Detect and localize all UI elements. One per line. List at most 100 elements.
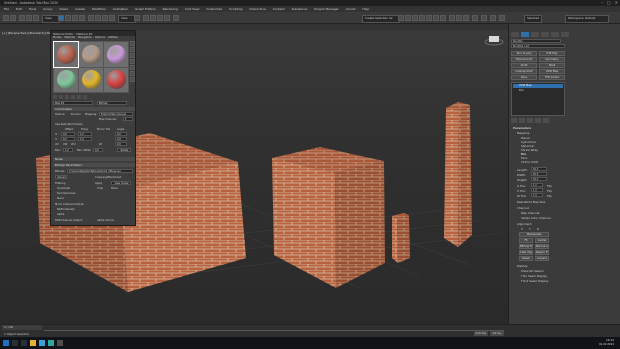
- background-icon[interactable]: [130, 53, 135, 58]
- u-tiling-field[interactable]: 1.0: [78, 132, 92, 136]
- search-icon[interactable]: [12, 340, 18, 346]
- file-explorer-icon[interactable]: [30, 340, 36, 346]
- width-field[interactable]: 50.0: [531, 172, 547, 176]
- menu-arnold[interactable]: Arnold: [346, 7, 356, 11]
- stack-item[interactable]: Box: [513, 89, 524, 92]
- w-tile-field[interactable]: 1.0: [531, 193, 543, 197]
- alpha-radio[interactable]: Alpha: [57, 213, 64, 216]
- link-icon[interactable]: [19, 15, 25, 21]
- menu-civil-view[interactable]: Civil View: [185, 7, 199, 11]
- modifier-button[interactable]: Edit Poly: [539, 51, 565, 56]
- uv-radio[interactable]: UV: [55, 143, 59, 146]
- sample-type-icon[interactable]: [130, 41, 135, 46]
- material-name-field[interactable]: Map #1: [53, 101, 93, 105]
- menu-project-manager[interactable]: Project Manager: [314, 7, 338, 11]
- menu-graph-editors[interactable]: Graph Editors: [135, 7, 156, 11]
- texture-radio[interactable]: Texture: [55, 113, 65, 116]
- menu-rendering[interactable]: Rendering: [163, 7, 178, 11]
- rotate-button[interactable]: Rotate: [117, 148, 131, 152]
- menu-group[interactable]: Group: [43, 7, 52, 11]
- menu-create[interactable]: Create: [75, 7, 85, 11]
- u-angle-field[interactable]: 0.0: [115, 132, 127, 136]
- menu-tools[interactable]: Tools: [29, 7, 36, 11]
- object-name-field[interactable]: Box001: [511, 39, 561, 43]
- bind-space-warp-icon[interactable]: [33, 15, 39, 21]
- flip-u-checkbox[interactable]: Flip: [547, 184, 552, 188]
- coordinates-rollout[interactable]: Coordinates: [53, 107, 135, 111]
- video-color-check-icon[interactable]: [130, 65, 135, 70]
- apply-checkbox[interactable]: Apply: [95, 182, 102, 185]
- utilities-tab-icon[interactable]: [561, 32, 569, 37]
- menu-customize[interactable]: Customize: [206, 7, 222, 11]
- reset-map-icon[interactable]: [71, 95, 75, 99]
- select-object-icon[interactable]: [58, 15, 64, 21]
- timeline[interactable]: [44, 326, 504, 331]
- curve-editor-icon[interactable]: [426, 15, 432, 21]
- environ-radio[interactable]: Environ: [71, 113, 81, 116]
- region-fit-button[interactable]: Region Fit: [535, 250, 549, 255]
- center-button[interactable]: Center: [535, 238, 549, 243]
- reload-button[interactable]: Reload: [55, 175, 67, 179]
- set-key-button[interactable]: Set Key: [490, 331, 504, 336]
- wu-radio[interactable]: WU: [71, 143, 75, 146]
- mapping-select[interactable]: Explicit Map Channel: [99, 112, 133, 116]
- auto-key-button[interactable]: Auto Key: [474, 331, 488, 336]
- menu-interactive[interactable]: Interactive: [250, 7, 266, 11]
- map-channel-field[interactable]: 1: [123, 117, 133, 121]
- v-tiling-field[interactable]: 1.0: [78, 137, 92, 141]
- v-offset-field[interactable]: 0.0: [61, 137, 75, 141]
- menu-modifiers[interactable]: Modifiers: [92, 7, 106, 11]
- pin-stack-icon[interactable]: [511, 118, 517, 123]
- sample-uv-tiling-icon[interactable]: [130, 59, 135, 64]
- pivot-center-icon[interactable]: [134, 15, 140, 21]
- noise-rollout[interactable]: Noise: [53, 157, 135, 161]
- use-real-world-checkbox[interactable]: Use Real-World Scale: [55, 123, 82, 126]
- vertex-color-radio[interactable]: Vertex Color Channel: [521, 216, 551, 220]
- start-icon[interactable]: [3, 340, 9, 346]
- backlight-icon[interactable]: [130, 47, 135, 52]
- u-tile-field[interactable]: 1.0: [531, 183, 543, 187]
- rgb-intensity-radio[interactable]: RGB Intensity: [57, 208, 75, 211]
- menu-substance[interactable]: Substance: [292, 7, 308, 11]
- browser-icon[interactable]: [39, 340, 45, 346]
- thin-seam-radio[interactable]: Thin Seam Display: [521, 274, 547, 278]
- modifier-button[interactable]: UVW Map: [539, 69, 565, 74]
- stack-item-selected[interactable]: UVW Map: [513, 84, 563, 88]
- assign-material-icon[interactable]: [65, 95, 69, 99]
- parameters-rollout[interactable]: Parameters: [513, 126, 531, 130]
- rectangular-selection-icon[interactable]: [72, 15, 78, 21]
- menu-material[interactable]: Material: [64, 36, 75, 39]
- pyramidal-radio[interactable]: Pyramidal: [57, 187, 70, 190]
- show-end-result-icon[interactable]: [519, 118, 525, 123]
- blur-offset-field[interactable]: 0.0: [93, 148, 103, 152]
- remove-modifier-icon[interactable]: [535, 118, 541, 123]
- vw-radio[interactable]: VW: [63, 143, 67, 146]
- edit-named-selection-icon[interactable]: [173, 15, 179, 21]
- menu-help[interactable]: Help: [362, 7, 369, 11]
- undo-icon[interactable]: [3, 15, 9, 21]
- named-selection-set[interactable]: Create Selection Se: [362, 15, 400, 23]
- menu-views[interactable]: Views: [59, 7, 68, 11]
- menu-edit[interactable]: Edit: [16, 7, 22, 11]
- material-slot[interactable]: [104, 42, 128, 67]
- make-preview-icon[interactable]: [130, 71, 135, 76]
- clock-date[interactable]: 01.02.2021: [599, 343, 614, 346]
- redo-icon[interactable]: [10, 15, 16, 21]
- fit-button[interactable]: Fit: [519, 238, 533, 243]
- get-material-icon[interactable]: [53, 95, 57, 99]
- blur-field[interactable]: 1.0: [63, 148, 73, 152]
- v-tile-field[interactable]: 1.0: [531, 188, 543, 192]
- put-to-scene-icon[interactable]: [59, 95, 63, 99]
- crop-radio[interactable]: Crop: [97, 187, 103, 190]
- view-image-button[interactable]: View Image: [111, 181, 131, 185]
- a360-gallery-icon[interactable]: [499, 15, 505, 21]
- rotate-icon[interactable]: [95, 15, 101, 21]
- material-slot[interactable]: [79, 67, 103, 92]
- flip-w-checkbox[interactable]: Flip: [547, 194, 552, 198]
- mirror-icon[interactable]: [398, 15, 404, 21]
- w-angle-field[interactable]: 0.0: [115, 142, 127, 146]
- menu-navigation[interactable]: Navigation: [78, 36, 92, 39]
- clock-time[interactable]: 14:12: [606, 338, 614, 342]
- xyz-to-uvw-radio[interactable]: XYZ to UVW: [521, 160, 538, 164]
- bitmap-parameters-rollout[interactable]: Bitmap Parameters: [53, 163, 135, 167]
